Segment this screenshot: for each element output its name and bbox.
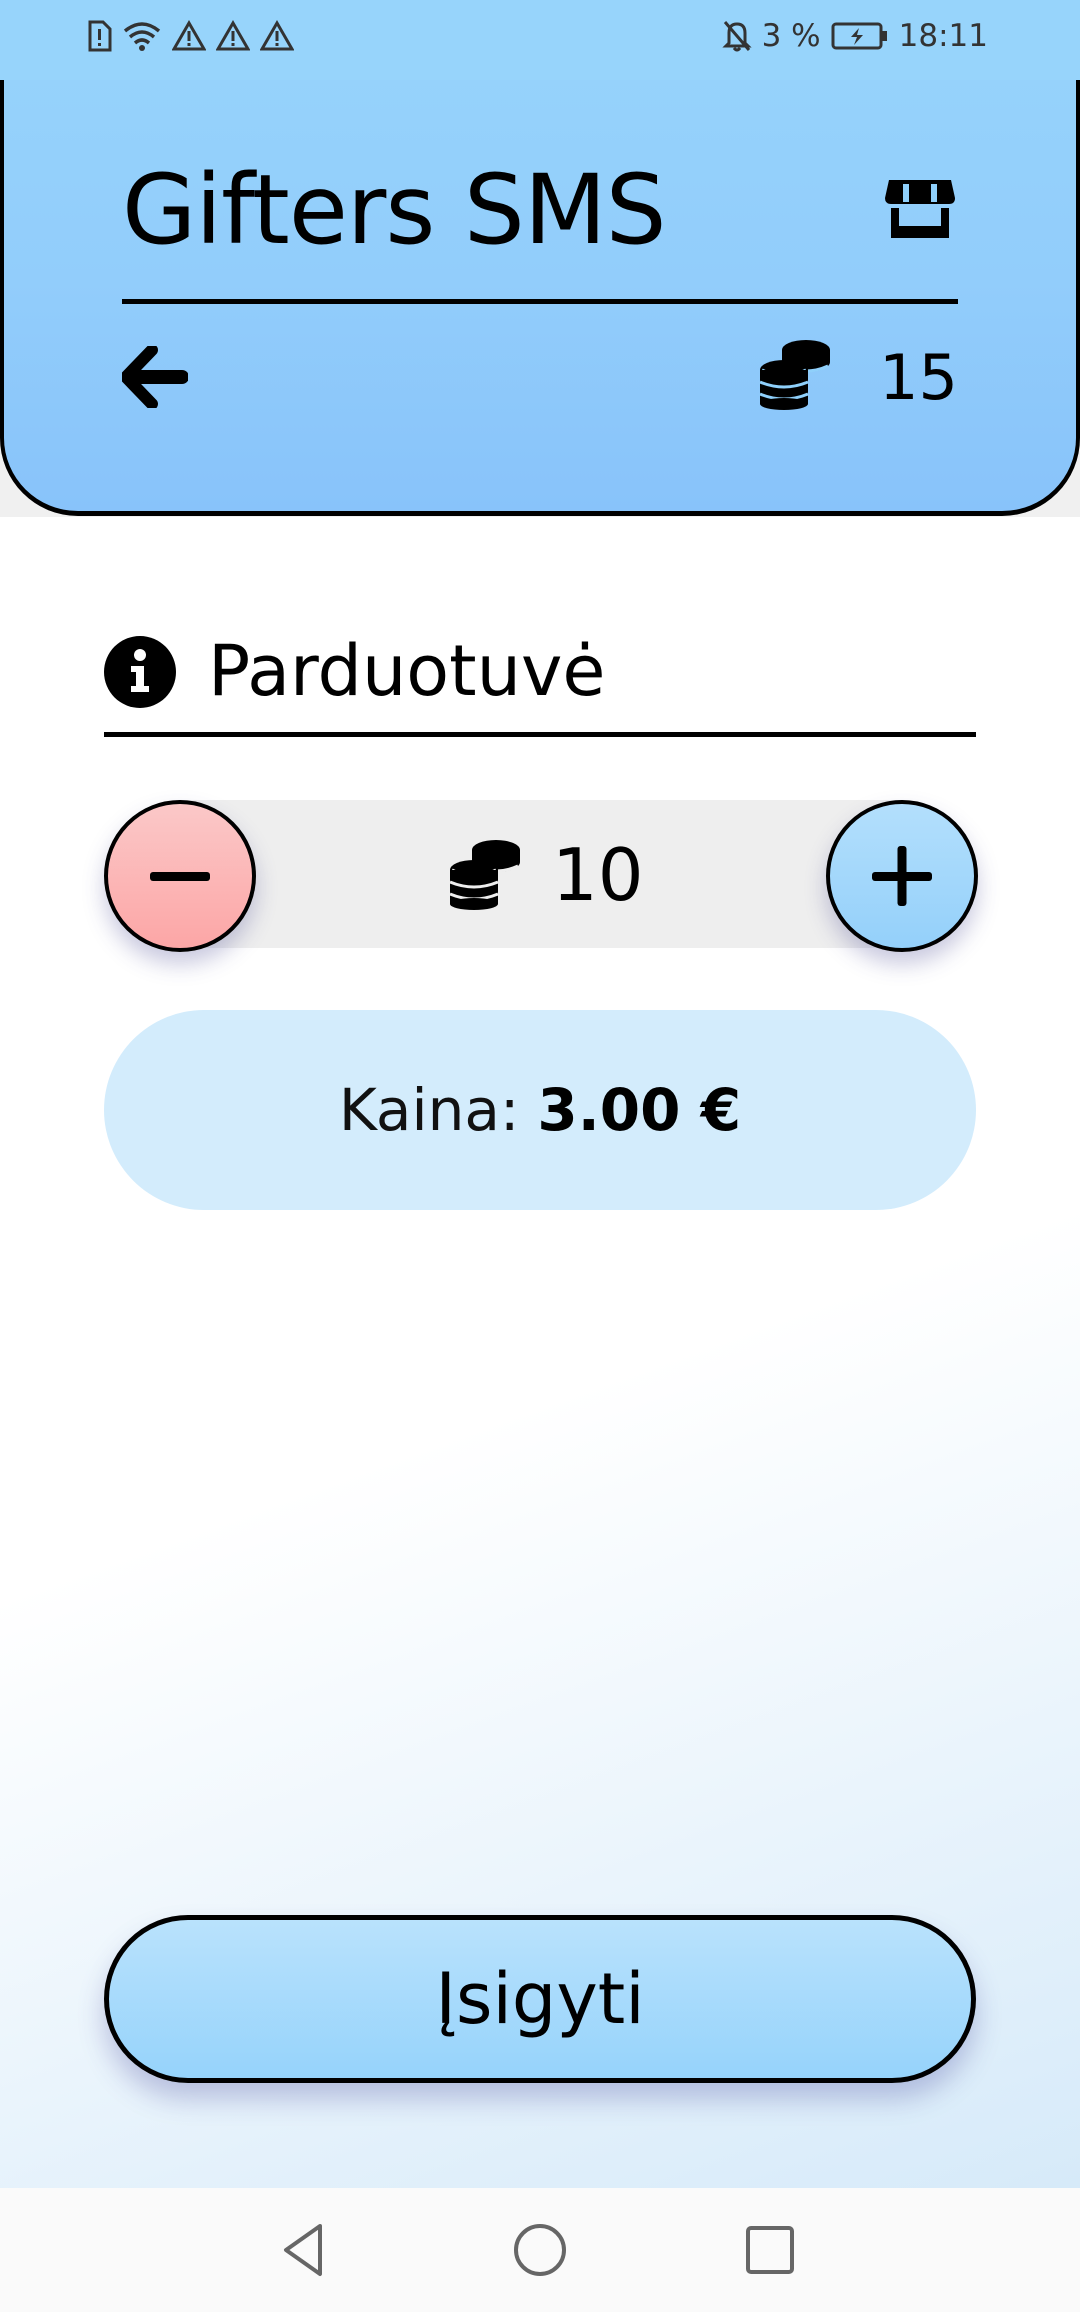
section-divider [104, 732, 976, 737]
quantity-value: 10 [552, 833, 644, 917]
increase-button[interactable] [826, 800, 978, 952]
sim-alert-icon [88, 20, 112, 52]
warning-icon [172, 20, 206, 51]
coins-icon [449, 840, 520, 910]
bell-off-icon [721, 21, 752, 52]
section-title: Parduotuvė [208, 630, 606, 712]
system-nav-bar [0, 2188, 1080, 2312]
nav-recent-icon[interactable] [738, 2218, 802, 2282]
price-display: Kaina: 3.00 € [104, 1010, 976, 1210]
clock: 18:11 [898, 18, 988, 54]
coin-balance: 15 [879, 341, 958, 414]
price-value: 3.00 € [537, 1076, 742, 1144]
plus-icon [872, 846, 932, 906]
buy-button[interactable]: Įsigyti [104, 1915, 976, 2083]
status-bar: 3 % 18:11 [0, 0, 1080, 80]
nav-home-icon[interactable] [508, 2218, 572, 2282]
app-title: Gifters SMS [122, 154, 667, 266]
battery-charging-icon [831, 22, 887, 50]
header-divider [122, 299, 958, 304]
shop-icon[interactable] [885, 176, 955, 238]
warning-icon [216, 20, 250, 51]
warning-icon [260, 20, 294, 51]
status-icons-left [86, 20, 294, 52]
quantity-stepper [176, 800, 904, 948]
back-arrow-icon[interactable] [122, 346, 188, 408]
status-icons-right: 3 % 18:11 [721, 18, 988, 54]
decrease-button[interactable] [104, 800, 256, 952]
coins-icon [759, 340, 830, 410]
info-icon [104, 636, 176, 708]
battery-percent: 3 % [761, 18, 821, 54]
minus-icon [150, 872, 210, 881]
nav-back-icon[interactable] [274, 2218, 338, 2282]
wifi-icon [123, 22, 161, 51]
price-label: Kaina: [338, 1076, 520, 1144]
